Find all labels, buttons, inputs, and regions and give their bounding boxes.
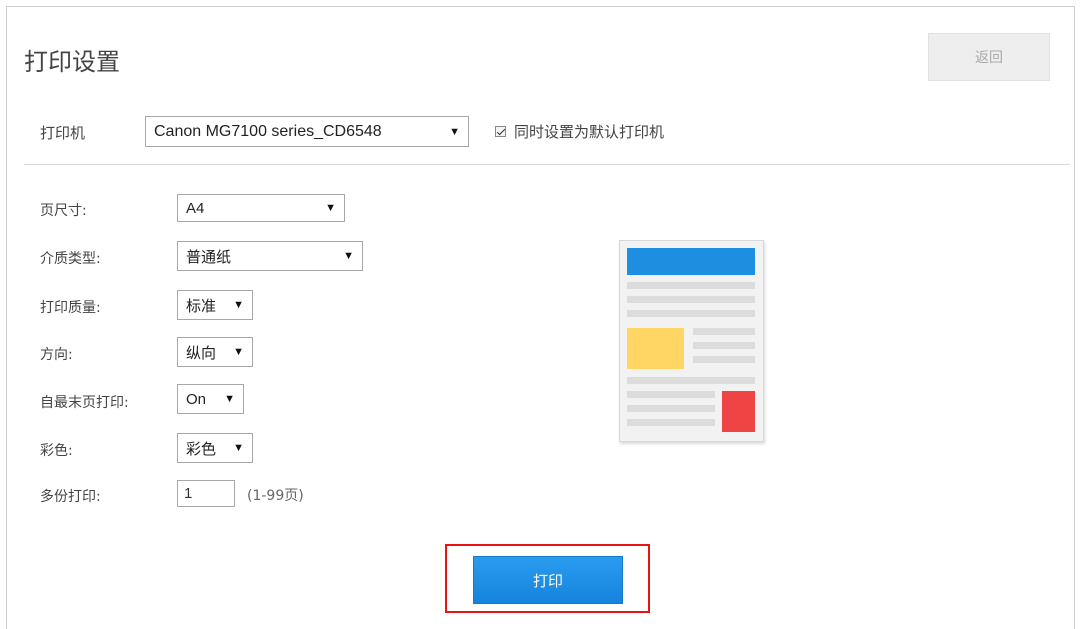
dropdown-arrow-icon: ▼ (233, 299, 244, 311)
print-quality-label: 打印质量: (40, 300, 101, 316)
page-title: 打印设置 (24, 48, 120, 76)
media-type-value: 普通纸 (186, 248, 232, 266)
print-from-last-value: On (186, 390, 207, 408)
copies-input[interactable]: 1 (177, 480, 235, 507)
preview-header-block (627, 248, 755, 275)
preview-image-block (627, 328, 684, 369)
divider (24, 164, 1070, 165)
color-label: 彩色: (40, 443, 73, 459)
default-printer-checkbox[interactable]: 同时设置为默认打印机 (495, 121, 664, 142)
media-type-label: 介质类型: (40, 251, 101, 267)
dropdown-arrow-icon: ▼ (224, 393, 235, 405)
dropdown-arrow-icon: ▼ (233, 442, 244, 454)
printer-select[interactable]: Canon MG7100 series_CD6548 ▼ (145, 116, 469, 147)
print-quality-select[interactable]: 标准 ▼ (177, 290, 253, 320)
preview-text-line (627, 405, 715, 412)
preview-text-line (693, 342, 755, 349)
page-layout-preview (619, 240, 764, 442)
page-size-value: A4 (186, 199, 205, 217)
preview-image-block-red (722, 391, 755, 432)
copies-range-hint: (1-99页) (247, 488, 304, 504)
print-from-last-select[interactable]: On ▼ (177, 384, 244, 414)
preview-text-line (627, 296, 755, 303)
page-size-label: 页尺寸: (40, 203, 87, 219)
orientation-select[interactable]: 纵向 ▼ (177, 337, 253, 367)
default-printer-label: 同时设置为默认打印机 (514, 123, 665, 141)
dropdown-arrow-icon: ▼ (325, 202, 336, 214)
preview-text-line (693, 356, 755, 363)
preview-text-line (627, 282, 755, 289)
media-type-select[interactable]: 普通纸 ▼ (177, 241, 363, 271)
checkbox-checked-icon[interactable] (495, 126, 506, 137)
copies-label: 多份打印: (40, 489, 101, 505)
back-button[interactable]: 返回 (928, 33, 1050, 81)
dropdown-arrow-icon: ▼ (343, 250, 354, 262)
preview-text-line (693, 328, 755, 335)
dropdown-arrow-icon: ▼ (449, 125, 460, 138)
printer-label: 打印机 (40, 124, 86, 142)
print-button[interactable]: 打印 (473, 556, 623, 604)
color-select[interactable]: 彩色 ▼ (177, 433, 253, 463)
dropdown-arrow-icon: ▼ (233, 346, 244, 358)
preview-text-line (627, 377, 755, 384)
settings-panel (6, 6, 1075, 629)
printer-select-value: Canon MG7100 series_CD6548 (154, 122, 382, 140)
preview-text-line (627, 419, 715, 426)
orientation-label: 方向: (40, 347, 73, 363)
page-size-select[interactable]: A4 ▼ (177, 194, 345, 222)
preview-text-line (627, 310, 755, 317)
preview-text-line (627, 391, 715, 398)
color-value: 彩色 (186, 440, 217, 458)
print-quality-value: 标准 (186, 297, 217, 315)
print-from-last-label: 自最末页打印: (40, 395, 129, 411)
orientation-value: 纵向 (186, 344, 217, 362)
